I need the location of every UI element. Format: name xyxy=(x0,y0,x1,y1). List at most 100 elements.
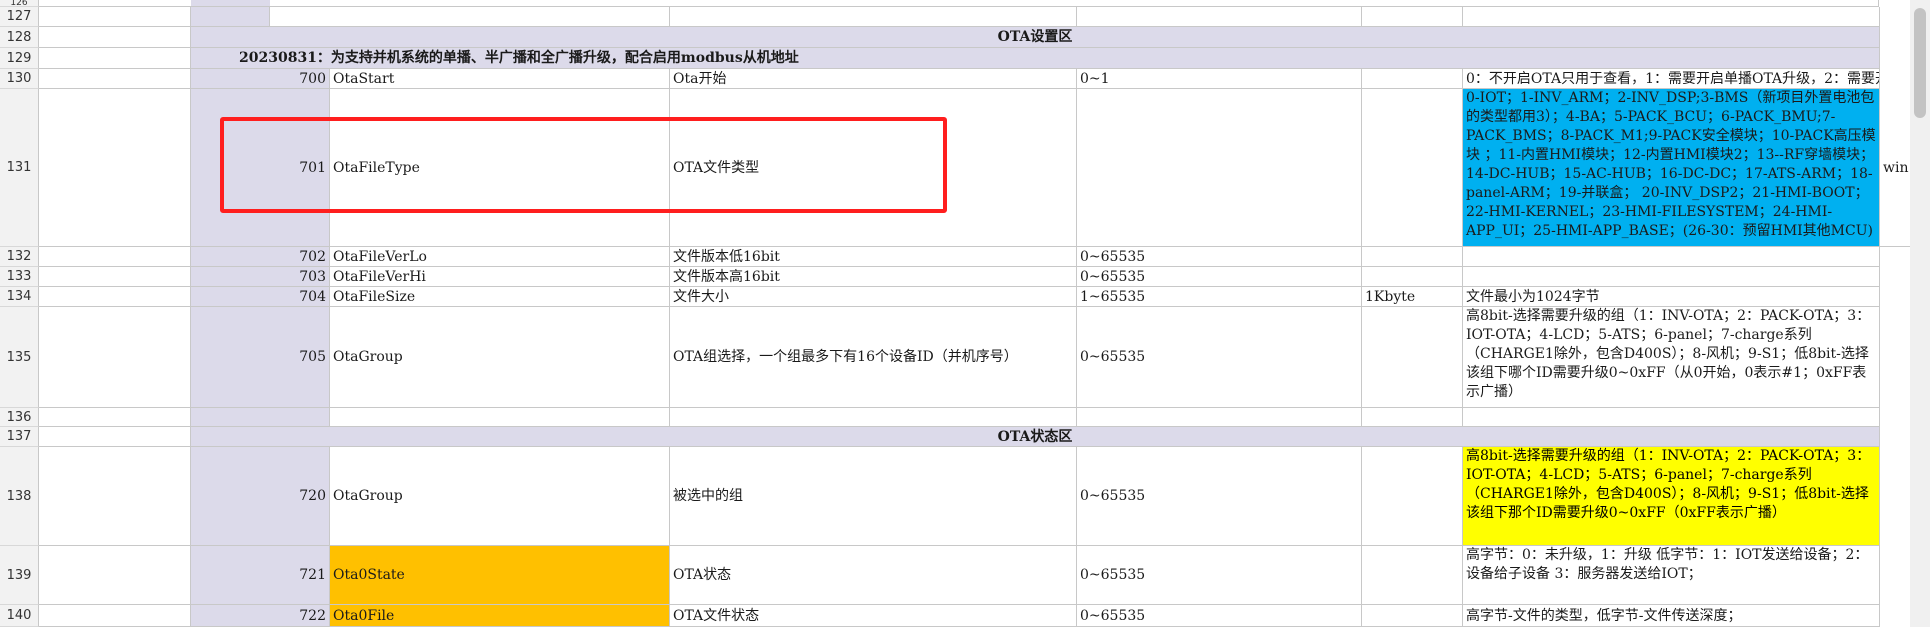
addr-cell[interactable]: 722 xyxy=(191,605,330,627)
name-cell[interactable]: OtaFileVerHi xyxy=(330,267,670,287)
desc-cell[interactable]: 被选中的组 xyxy=(670,447,1077,546)
cell[interactable] xyxy=(1362,408,1463,427)
name-cell-highlighted[interactable]: Ota0File xyxy=(330,605,670,627)
cell[interactable] xyxy=(670,7,1077,27)
name-cell[interactable]: OtaFileSize xyxy=(330,287,670,307)
desc-cell[interactable]: OTA文件状态 xyxy=(670,605,1077,627)
unit-cell[interactable] xyxy=(1362,247,1463,267)
addr-cell[interactable]: 704 xyxy=(191,287,330,307)
note-cell[interactable]: 高字节-文件的类型，低字节-文件传送深度； xyxy=(1463,605,1880,627)
section-header-ota-settings[interactable]: OTA设置区 xyxy=(191,27,1880,48)
range-cell[interactable]: 0~65535 xyxy=(1077,267,1362,287)
cell[interactable] xyxy=(1362,7,1463,27)
range-cell[interactable]: 1~65535 xyxy=(1077,287,1362,307)
addr-cell[interactable]: 721 xyxy=(191,546,330,605)
cell[interactable] xyxy=(39,27,191,48)
desc-cell[interactable]: 文件版本低16bit xyxy=(670,247,1077,267)
cell[interactable] xyxy=(39,89,191,247)
row-header-140[interactable]: 140 xyxy=(0,605,39,627)
scrollbar-thumb[interactable] xyxy=(1914,8,1926,118)
row-header-134[interactable]: 134 xyxy=(0,287,39,307)
name-cell[interactable]: OtaGroup xyxy=(330,307,670,408)
cell[interactable] xyxy=(1463,408,1880,427)
name-cell-highlighted[interactable]: Ota0State xyxy=(330,546,670,605)
row-header-130[interactable]: 130 xyxy=(0,69,39,89)
cell[interactable] xyxy=(39,267,191,287)
unit-cell[interactable] xyxy=(1362,89,1463,247)
range-cell[interactable]: 0~65535 xyxy=(1077,447,1362,546)
addr-cell[interactable]: 720 xyxy=(191,447,330,546)
cell[interactable] xyxy=(39,247,191,267)
cell[interactable] xyxy=(39,447,191,546)
note-cell[interactable]: 文件最小为1024字节 xyxy=(1463,287,1880,307)
unit-cell[interactable]: 1Kbyte xyxy=(1362,287,1463,307)
note-cell-state[interactable]: 高字节：0：未升级，1：升级 低字节：1：IOT发送给设备；2：设备给子设备 3… xyxy=(1463,546,1880,605)
note-20230831[interactable]: 20230831：为支持并机系统的单播、半广播和全广播升级，配合启用modbus… xyxy=(191,48,1880,69)
note-cell[interactable] xyxy=(1463,247,1880,267)
cell[interactable] xyxy=(39,48,191,69)
cell[interactable] xyxy=(39,427,191,447)
unit-cell[interactable] xyxy=(1362,447,1463,546)
row-header-131[interactable]: 131 xyxy=(0,89,39,247)
note-cell-file-types[interactable]: 0-IOT；1-INV_ARM；2-INV_DSP;3-BMS（新项目外置电池包… xyxy=(1463,89,1880,247)
desc-cell[interactable]: 文件大小 xyxy=(670,287,1077,307)
cell[interactable] xyxy=(270,7,670,27)
note-cell[interactable] xyxy=(1463,267,1880,287)
unit-cell[interactable] xyxy=(1362,546,1463,605)
row-header-136[interactable]: 136 xyxy=(0,408,39,427)
name-cell[interactable]: OtaFileVerLo xyxy=(330,247,670,267)
cell[interactable] xyxy=(1077,7,1362,27)
row-header-133[interactable]: 133 xyxy=(0,267,39,287)
cell[interactable] xyxy=(39,546,191,605)
note-cell[interactable]: 0：不开启OTA只用于查看，1：需要开启单播OTA升级，2：需要开 xyxy=(1463,69,1880,89)
note-cell-selected-group[interactable]: 高8bit-选择需要升级的组（1：INV-OTA；2：PACK-OTA；3：IO… xyxy=(1463,447,1880,546)
note: 0-IOT；1-INV_ARM；2-INV_DSP;3-BMS（新项目外置电池包… xyxy=(1466,90,1876,239)
cell[interactable] xyxy=(191,7,270,27)
desc-cell[interactable]: OTA组选择，一个组最多下有16个设备ID（并机序号） xyxy=(670,307,1077,408)
range-cell[interactable]: 0~65535 xyxy=(1077,605,1362,627)
cell[interactable] xyxy=(39,287,191,307)
name-cell[interactable]: OtaStart xyxy=(330,69,670,89)
cell[interactable] xyxy=(39,69,191,89)
row-header-138[interactable]: 138 xyxy=(0,447,39,546)
addr-cell[interactable]: 703 xyxy=(191,267,330,287)
row-header-128[interactable]: 128 xyxy=(0,27,39,48)
row-header-126[interactable]: 126 xyxy=(0,0,39,8)
name-cell[interactable]: OtaGroup xyxy=(330,447,670,546)
row-header-132[interactable]: 132 xyxy=(0,247,39,267)
unit-cell[interactable] xyxy=(1362,605,1463,627)
note-cell-group[interactable]: 高8bit-选择需要升级的组（1：INV-OTA；2：PACK-OTA；3：IO… xyxy=(1463,307,1880,408)
range-cell[interactable]: 0~65535 xyxy=(1077,307,1362,408)
row-header-135[interactable]: 135 xyxy=(0,307,39,408)
range-cell[interactable]: 0~65535 xyxy=(1077,546,1362,605)
cell[interactable] xyxy=(39,307,191,408)
cell[interactable] xyxy=(39,7,191,27)
row-126[interactable] xyxy=(39,0,1879,7)
unit-cell[interactable] xyxy=(1362,307,1463,408)
cell[interactable] xyxy=(330,408,670,427)
range-cell[interactable] xyxy=(1077,89,1362,247)
section-header-ota-status[interactable]: OTA状态区 xyxy=(191,427,1880,447)
cell[interactable] xyxy=(191,408,330,427)
range-cell[interactable]: 0~65535 xyxy=(1077,247,1362,267)
row-header-137[interactable]: 137 xyxy=(0,427,39,447)
row-header-129[interactable]: 129 xyxy=(0,48,39,69)
unit-cell[interactable] xyxy=(1362,267,1463,287)
addr-cell[interactable]: 700 xyxy=(191,69,330,89)
addr-cell[interactable]: 702 xyxy=(191,247,330,267)
addr-cell[interactable]: 705 xyxy=(191,307,330,408)
cell[interactable] xyxy=(39,605,191,627)
vertical-scrollbar[interactable] xyxy=(1910,0,1930,627)
range-cell[interactable]: 0~1 xyxy=(1077,69,1362,89)
desc-cell[interactable]: OTA状态 xyxy=(670,546,1077,605)
cell[interactable] xyxy=(1463,7,1880,27)
unit-cell[interactable] xyxy=(1362,69,1463,89)
row-header-139[interactable]: 139 xyxy=(0,546,39,605)
cell[interactable] xyxy=(1077,408,1362,427)
desc-cell[interactable]: Ota开始 xyxy=(670,69,1077,89)
cell[interactable] xyxy=(670,408,1077,427)
desc-cell[interactable]: 文件版本高16bit xyxy=(670,267,1077,287)
overflow-cell[interactable]: win xyxy=(1880,89,1910,247)
cell[interactable] xyxy=(39,408,191,427)
row-header-127[interactable]: 127 xyxy=(0,7,39,27)
